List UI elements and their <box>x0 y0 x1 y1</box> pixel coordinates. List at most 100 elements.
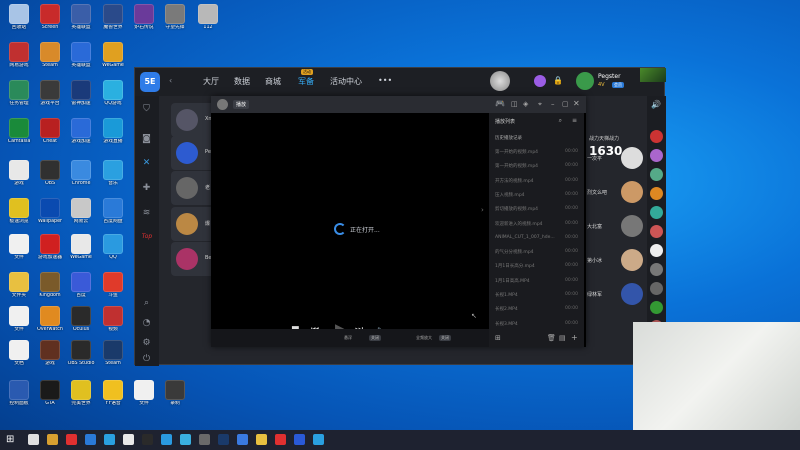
desktop-icon[interactable]: Wallpaper <box>35 198 65 225</box>
desktop-icon[interactable]: 网易云 <box>66 198 96 225</box>
avatar[interactable] <box>576 72 594 90</box>
fullscreen-toggle[interactable]: 关闭 <box>439 335 451 341</box>
taskbar-app-icon[interactable] <box>104 434 115 445</box>
desktop-icon[interactable]: 视频 <box>98 306 128 333</box>
start-button[interactable]: ⊞ <box>6 434 14 445</box>
friend-avatar[interactable] <box>650 244 663 257</box>
nav-item-events[interactable]: 活动中心 <box>330 76 362 87</box>
desktop-icon[interactable]: 文件 <box>4 234 34 261</box>
desktop-icon[interactable]: Kingdom <box>35 272 65 299</box>
add-folder-icon[interactable]: ⊞ <box>495 334 501 342</box>
desktop-icon[interactable]: 极速浏览 <box>4 198 34 225</box>
desktop-icon[interactable]: 炉石传说 <box>129 4 159 31</box>
headset-icon[interactable]: ◔ <box>141 318 152 329</box>
playlist-item[interactable]: 开方法的视频.mp4 <box>495 178 534 184</box>
friend-avatar[interactable] <box>650 168 663 181</box>
friend-row[interactable]: 大北富 <box>579 211 647 245</box>
desktop-icon[interactable]: 守望先锋 <box>160 4 190 31</box>
desktop-icon[interactable]: 英雄联盟 <box>66 4 96 31</box>
playlist-item[interactable]: 的气分分视频.mp4 <box>495 249 534 255</box>
playlist-item[interactable]: 长视3.MP4 <box>495 321 518 327</box>
client-logo[interactable]: 5E <box>140 72 160 92</box>
friend-avatar[interactable] <box>650 225 663 238</box>
taskbar-app-icon[interactable] <box>256 434 267 445</box>
taskbar-app-icon[interactable] <box>142 434 153 445</box>
friend-avatar[interactable] <box>650 149 663 162</box>
playlist-item[interactable]: 剪切播放的视频.mp4 <box>495 206 538 212</box>
power-icon[interactable]: ⏻ <box>141 354 152 365</box>
add-icon[interactable]: + <box>571 333 578 342</box>
back-icon[interactable]: ‹ <box>169 76 172 85</box>
friend-avatar[interactable] <box>650 282 663 295</box>
friend-row[interactable]: 第小冰 <box>579 245 647 279</box>
desktop-icon[interactable]: 文件夹 <box>4 272 34 299</box>
friend-avatar[interactable] <box>650 130 663 143</box>
playlist-item[interactable]: 1月1日高高.MP4 <box>495 278 530 284</box>
search-icon[interactable]: ⌕ <box>141 298 152 309</box>
desktop-icon[interactable]: 文档 <box>4 340 34 367</box>
desktop-icon[interactable]: 完美世界 <box>66 380 96 407</box>
desktop-icon[interactable]: 文件 <box>129 380 159 407</box>
taskbar-app-icon[interactable] <box>294 434 305 445</box>
friend-row[interactable]: 一次平 <box>579 143 647 177</box>
desktop-icon[interactable]: 英雄联盟 <box>66 42 96 69</box>
minimize-icon[interactable]: – <box>551 100 555 108</box>
desktop-icon[interactable]: Overwatch <box>35 306 65 333</box>
playlist-item[interactable]: ANIMAL_CUT_1_007_hde... <box>495 235 555 240</box>
taskbar-app-icon[interactable] <box>237 434 248 445</box>
desktop-icon[interactable]: 斗鱼 <box>98 272 128 299</box>
desktop-icon[interactable]: QQ游戏 <box>98 80 128 107</box>
desktop-icon[interactable]: Oculus <box>66 306 96 333</box>
desktop-icon[interactable]: Camtasia <box>4 118 34 145</box>
desktop-icon[interactable]: WeGame <box>66 234 96 261</box>
list-icon[interactable]: ▤ <box>559 334 566 342</box>
gamepad-icon[interactable]: 🎮 <box>495 99 505 108</box>
desktop-icon[interactable]: 游戏加速器 <box>35 234 65 261</box>
layers-icon[interactable]: ◈ <box>523 100 528 108</box>
maximize-icon[interactable]: ▢ <box>562 100 569 108</box>
lock-icon[interactable]: 🔒 <box>553 76 563 85</box>
desktop-icon[interactable]: QQ <box>98 234 128 261</box>
taskbar-app-icon[interactable] <box>180 434 191 445</box>
desktop-icon[interactable]: 游戏 <box>35 340 65 367</box>
chat-icon[interactable]: ◙ <box>141 134 152 145</box>
crossed-swords-icon[interactable]: ✕ <box>141 158 152 169</box>
collapse-playlist-icon[interactable]: › <box>481 206 484 214</box>
desktop-icon[interactable]: OBS Studio <box>66 340 96 367</box>
taskbar-app-icon[interactable] <box>275 434 286 445</box>
taskbar-app-icon[interactable] <box>28 434 39 445</box>
player-title[interactable]: 播放 <box>233 100 250 109</box>
desktop-icon[interactable]: 百度网盘 <box>98 198 128 225</box>
desktop-icon[interactable]: 112 <box>193 4 223 31</box>
nav-item-shop[interactable]: 商城 <box>265 76 281 87</box>
desktop-icon[interactable]: 雷神加速 <box>66 80 96 107</box>
desktop-icon[interactable]: Screen <box>35 4 65 31</box>
friend-avatar[interactable] <box>650 301 663 314</box>
delete-icon[interactable]: 🗑 <box>547 334 556 342</box>
history-folder[interactable]: 历史播放记录 <box>495 135 522 141</box>
nav-item-armory[interactable]: 军备 <box>298 76 314 87</box>
desktop-icon[interactable]: Chrome <box>66 160 96 187</box>
taskbar-app-icon[interactable] <box>218 434 229 445</box>
volume-icon[interactable]: 🔊 <box>651 100 661 109</box>
friend-row[interactable]: 烈文么吧 <box>579 177 647 211</box>
picture-in-picture-icon[interactable]: ◫ <box>511 100 518 108</box>
playlist-item[interactable]: 第一开始的视频.mp4 <box>495 149 538 155</box>
desktop-icon[interactable]: 任务管理 <box>4 80 34 107</box>
desktop-icon[interactable]: YY语音 <box>98 380 128 407</box>
desktop-icon[interactable]: 控制面板 <box>4 380 34 407</box>
taskbar-app-icon[interactable] <box>199 434 210 445</box>
desktop-icon[interactable]: Steam <box>35 42 65 69</box>
float-toggle[interactable]: 关闭 <box>369 335 381 341</box>
desktop-icon[interactable]: 游戏平台 <box>35 80 65 107</box>
friend-avatar[interactable] <box>650 187 663 200</box>
desktop-icon[interactable]: 魔兽世界 <box>98 4 128 31</box>
pin-icon[interactable]: ⌖ <box>538 100 542 109</box>
more-menu[interactable]: ••• <box>378 76 392 85</box>
desktop-icon[interactable]: 游戏直播 <box>98 118 128 145</box>
desktop-icon[interactable]: WeGame <box>98 42 128 69</box>
notification-icon[interactable] <box>534 75 546 87</box>
playlist-item[interactable]: 长视2.MP4 <box>495 306 518 312</box>
taskbar-app-icon[interactable] <box>85 434 96 445</box>
taskbar-app-icon[interactable] <box>66 434 77 445</box>
